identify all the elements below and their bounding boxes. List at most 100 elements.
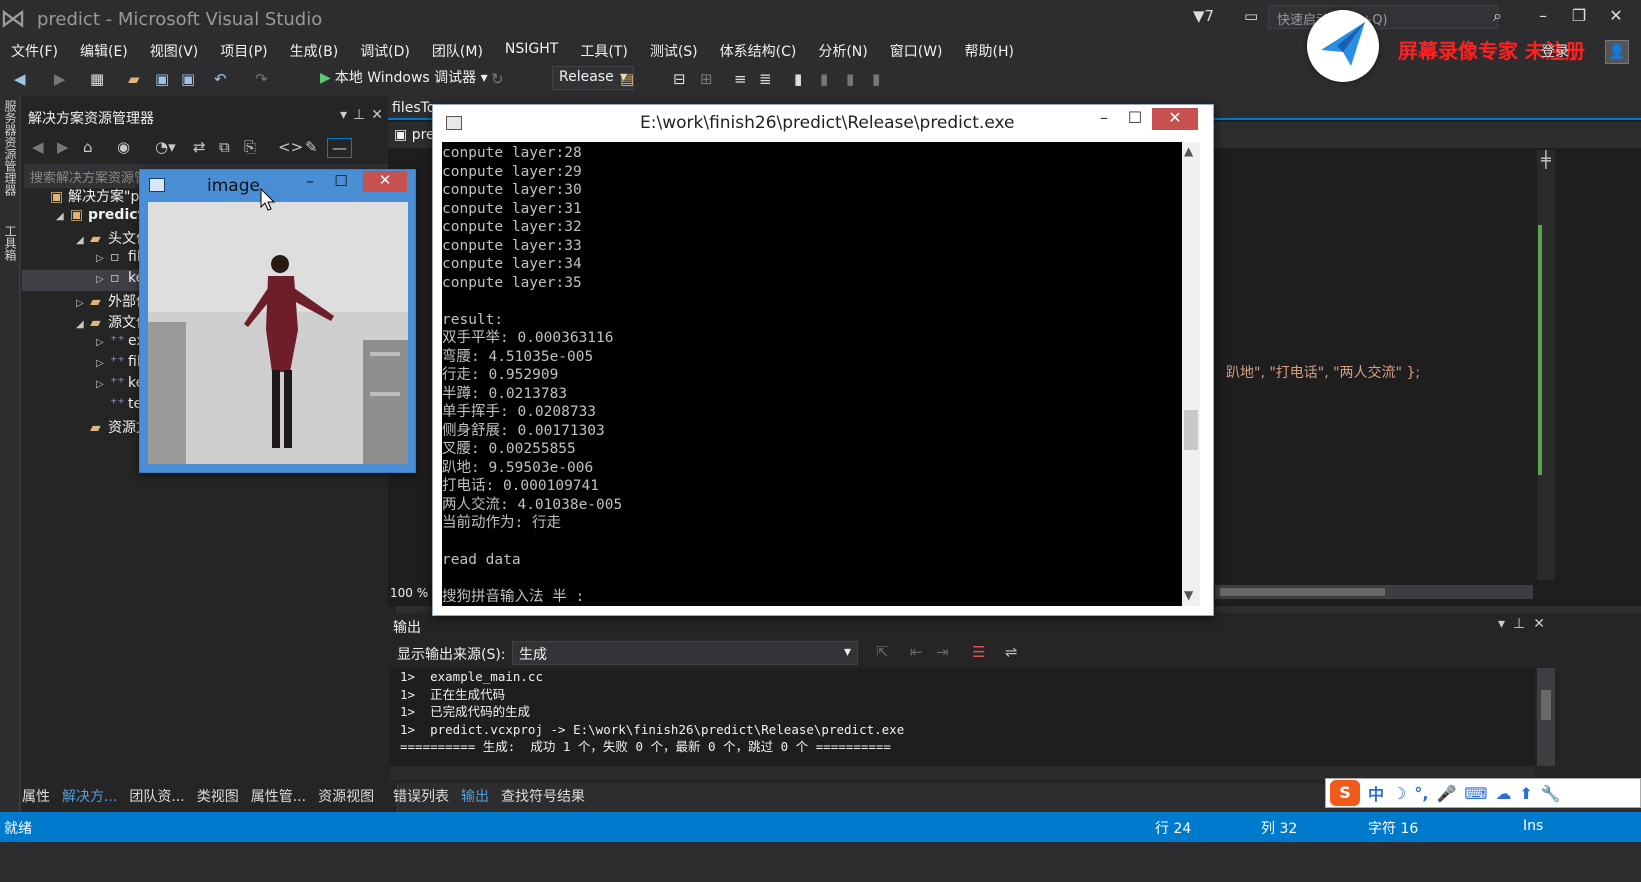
close-icon[interactable]: ✕ [1533, 616, 1553, 632]
output-tab-1[interactable]: 输出 [461, 786, 489, 806]
console-minimize-button[interactable]: – [1088, 108, 1120, 130]
outdent-icon[interactable]: ⊞ [700, 70, 713, 88]
home-icon[interactable]: ⌂ [83, 138, 93, 156]
forward-icon[interactable]: ▶ [57, 138, 69, 156]
back-icon[interactable]: ◀ [32, 138, 44, 156]
indent-icon[interactable]: ⊟ [673, 70, 686, 88]
word-wrap-icon[interactable]: ⇌ [1005, 643, 1018, 661]
console-vertical-scrollbar[interactable] [1182, 142, 1200, 606]
solution-tab-3[interactable]: 类视图 [197, 786, 239, 806]
user-account-icon[interactable]: 👤 [1605, 40, 1629, 64]
next-message-icon[interactable]: ⇥ [936, 643, 949, 661]
solution-tab-0[interactable]: 属性 [22, 786, 50, 806]
chevron-down-icon[interactable]: ▾ [340, 107, 353, 123]
solution-tab-1[interactable]: 解决方... [62, 786, 117, 806]
panel-controls[interactable]: ▾⊥✕ [340, 107, 389, 123]
menu-item-13[interactable]: 帮助(H) [954, 36, 1025, 64]
menu-item-9[interactable]: 测试(S) [639, 36, 709, 64]
goto-error-icon[interactable]: ⇱ [876, 643, 889, 661]
quick-launch-input[interactable]: 快速启动 (Ctrl+Q) [1268, 5, 1498, 29]
pin-icon[interactable]: ⊥ [353, 107, 371, 123]
start-debugging-button[interactable]: ▶ 本地 Windows 调试器 ▾ [320, 67, 488, 87]
undo-icon[interactable]: ↶ [214, 70, 227, 88]
show-all-files-icon[interactable]: ⎘ [244, 138, 256, 156]
collapse-arrow-icon[interactable]: ◢ [76, 235, 90, 246]
menu-item-11[interactable]: 分析(N) [807, 36, 878, 64]
ime-toolbar[interactable]: S 中 ☽ °, 🎤 ⌨ ☁ ⬆ 🔧 [1325, 778, 1641, 808]
prev-message-icon[interactable]: ⇤ [910, 643, 923, 661]
expand-arrow-icon[interactable]: ▷ [76, 298, 90, 309]
menu-item-8[interactable]: 工具(T) [569, 36, 638, 64]
document-tab[interactable]: filesTo [392, 100, 435, 116]
toolbox-tab[interactable]: 工具箱 [2, 225, 19, 261]
solution-tab-5[interactable]: 资源视图 [318, 786, 374, 806]
skin-icon[interactable]: ☁ [1495, 784, 1511, 803]
server-explorer-tab[interactable]: 服务器资源管理器 [2, 100, 19, 196]
menu-item-12[interactable]: 窗口(W) [879, 36, 954, 64]
new-project-icon[interactable]: ▦ [90, 70, 104, 88]
solution-tab-4[interactable]: 属性管... [251, 786, 306, 806]
login-button[interactable]: 登录 [1541, 41, 1569, 61]
menu-item-6[interactable]: 团队(M) [421, 36, 494, 64]
sync-icon[interactable]: ◉ [117, 138, 130, 156]
output-tab-2[interactable]: 查找符号结果 [501, 786, 585, 806]
output-panel-controls[interactable]: ▾⊥✕ [1498, 616, 1553, 632]
chevron-down-icon[interactable]: ▾ [1498, 616, 1513, 632]
menu-item-7[interactable]: NSIGHT [494, 36, 569, 64]
next-bookmark-icon[interactable]: ▮ [846, 70, 854, 88]
restore-button[interactable]: ❐ [1566, 6, 1592, 28]
menu-item-1[interactable]: 编辑(E) [69, 36, 139, 64]
feedback-icon[interactable]: ▭ [1244, 7, 1258, 25]
expand-arrow-icon[interactable]: ▷ [96, 358, 110, 369]
split-window-icon[interactable]: ╪ [1541, 150, 1551, 169]
clear-bookmarks-icon[interactable]: ▮ [872, 70, 880, 88]
chevron-down-icon[interactable]: ▼ [1184, 588, 1193, 602]
save-icon[interactable]: ▣ [155, 70, 169, 88]
open-file-icon[interactable]: ▰ [128, 70, 140, 88]
forward-icon[interactable]: ▶ [54, 70, 66, 88]
collapse-all-icon[interactable]: ⧉ [219, 138, 230, 156]
refresh-icon[interactable]: ⇄ [193, 138, 206, 156]
bookmark-icon[interactable]: ▮ [794, 70, 802, 88]
upload-icon[interactable]: ⬆ [1519, 784, 1532, 803]
find-in-files-icon[interactable]: ▤ [620, 70, 634, 88]
back-icon[interactable]: ◀ [14, 70, 26, 88]
expand-arrow-icon[interactable]: ▷ [96, 337, 110, 348]
menu-item-3[interactable]: 项目(P) [209, 36, 278, 64]
uncomment-icon[interactable]: ≣ [759, 70, 772, 88]
console-app-icon[interactable] [446, 116, 462, 130]
punct-icon[interactable]: °, [1414, 784, 1428, 803]
collapse-arrow-icon[interactable]: ◢ [76, 319, 90, 330]
menu-item-5[interactable]: 调试(D) [349, 36, 421, 64]
image-minimize-button[interactable]: – [295, 172, 325, 192]
output-text[interactable]: 1> example_main.cc 1> 正在生成代码 1> 已完成代码的生成 1>… [390, 668, 1535, 766]
minimize-button[interactable]: – [1530, 6, 1556, 28]
ime-mode[interactable]: 中 [1368, 781, 1384, 805]
console-close-button[interactable]: ✕ [1152, 108, 1198, 130]
zoom-level[interactable]: 100 % [390, 586, 428, 600]
project-navigation-dropdown[interactable]: ▣ pre [394, 127, 435, 143]
output-tab-0[interactable]: 错误列表 [393, 786, 449, 806]
editor-horizontal-thumb[interactable] [1220, 588, 1385, 596]
close-icon[interactable]: ✕ [371, 107, 389, 123]
refresh-icon[interactable]: ↻ [491, 70, 504, 88]
console-output[interactable]: conpute layer:28 conpute layer:29 conpute … [442, 142, 1182, 606]
moon-icon[interactable]: ☽ [1392, 784, 1406, 803]
menu-item-2[interactable]: 视图(V) [139, 36, 210, 64]
view-code-icon[interactable]: <> [278, 138, 303, 156]
menu-item-0[interactable]: 文件(F) [0, 36, 69, 64]
save-all-icon[interactable]: ▣ [181, 70, 195, 88]
collapse-arrow-icon[interactable]: ◢ [56, 211, 70, 222]
image-window-icon[interactable] [149, 178, 165, 192]
output-vertical-thumb[interactable] [1541, 690, 1551, 720]
preview-selected-icon[interactable]: — [327, 138, 352, 158]
chevron-up-icon[interactable]: ▲ [1184, 144, 1193, 158]
pin-icon[interactable]: ⊥ [1513, 616, 1533, 632]
console-maximize-button[interactable]: ☐ [1119, 108, 1151, 130]
output-source-select[interactable]: 生成 ▾ [512, 641, 858, 665]
tools-icon[interactable]: 🔧 [1541, 784, 1561, 803]
keyboard-icon[interactable]: ⌨ [1464, 784, 1487, 803]
pending-changes-icon[interactable]: ◔▾ [155, 138, 176, 156]
prev-bookmark-icon[interactable]: ▮ [820, 70, 828, 88]
expand-arrow-icon[interactable]: ▷ [96, 253, 110, 264]
